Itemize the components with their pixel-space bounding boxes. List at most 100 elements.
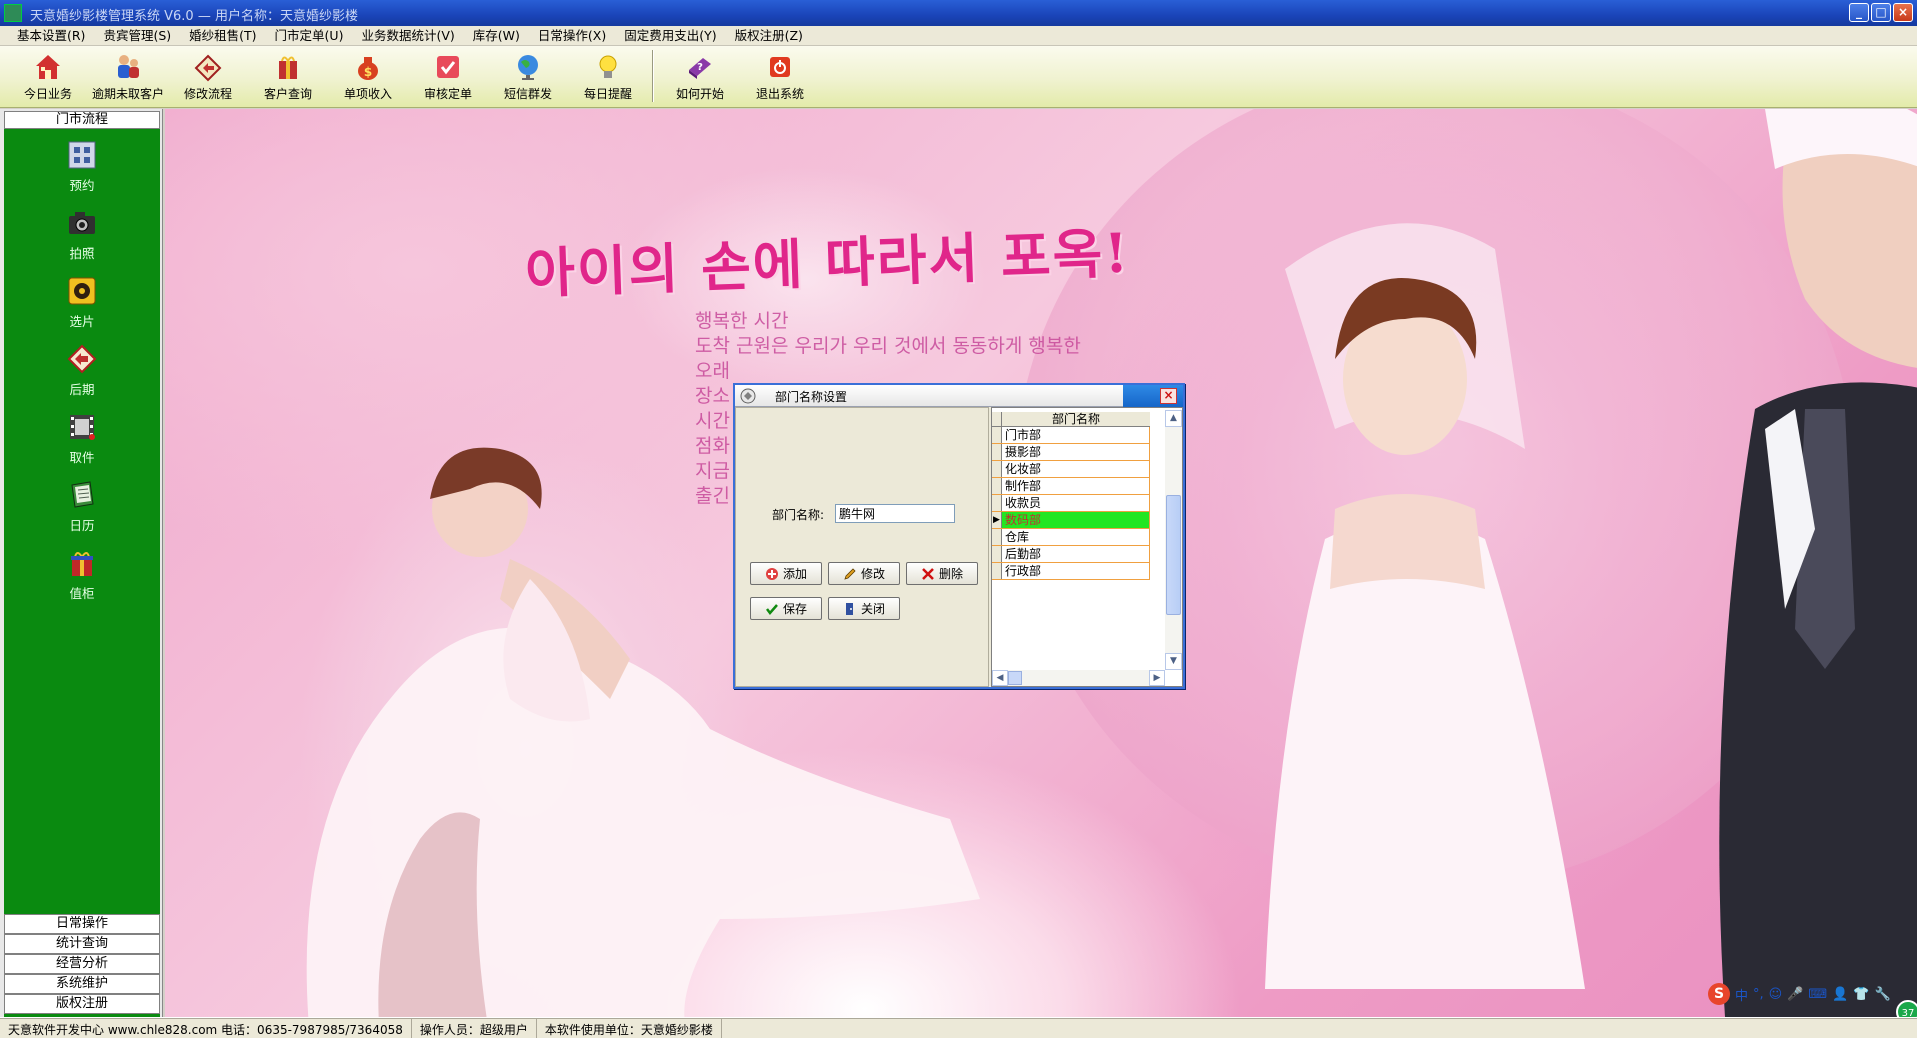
dialog-close-button[interactable]: × [1160, 388, 1177, 404]
house-icon [36, 55, 60, 79]
pencil-icon [844, 567, 856, 580]
sidebar-item-counter[interactable]: 值柜 [4, 547, 160, 602]
user-icon[interactable]: 👤 [1832, 987, 1848, 1002]
dialog-title: 部门名称设置 [775, 390, 848, 404]
table-cell[interactable]: 仓库 [1002, 529, 1150, 545]
maximize-button[interactable]: □ [1871, 3, 1891, 22]
table-cell[interactable]: 门市部 [1002, 427, 1150, 443]
toolbar-today-business-button[interactable]: 今日业务 [8, 46, 88, 107]
table-row[interactable]: 仓库 [992, 529, 1150, 546]
ime-mode[interactable]: 中 [1735, 985, 1748, 1004]
menu-statistics[interactable]: 业务数据统计(V) [352, 26, 463, 45]
ime-toolbar[interactable]: S 中 °, ☺ 🎤 ⌨ 👤 👕 🔧 [1708, 983, 1891, 1005]
menu-vip[interactable]: 贵宾管理(S) [94, 26, 180, 45]
power-icon [770, 57, 790, 77]
sidebar-item-calendar[interactable]: 日历 [4, 479, 160, 534]
sidebar-group-system-maintenance[interactable]: 系统维护 [4, 974, 160, 994]
customer-search-icon [279, 56, 297, 79]
department-name-input[interactable] [835, 504, 955, 523]
sidebar-header[interactable]: 门市流程 [4, 111, 160, 129]
sidebar-item-label: 值柜 [69, 586, 95, 601]
skin-shirt-icon[interactable]: 👕 [1853, 987, 1869, 1002]
grid-header: 部门名称 [992, 411, 1150, 427]
menu-inventory[interactable]: 库存(W) [464, 26, 529, 45]
emoji-icon[interactable]: ☺ [1769, 987, 1783, 1002]
scroll-thumb[interactable] [1008, 671, 1022, 685]
sidebar-item-photo[interactable]: 拍照 [4, 207, 160, 262]
toolbar-daily-reminder-button[interactable]: 每日提醒 [568, 46, 648, 107]
menu-bar: 基本设置(R) 贵宾管理(S) 婚纱租售(T) 门市定单(U) 业务数据统计(V… [0, 26, 1917, 46]
ime-logo-icon[interactable]: S [1708, 983, 1730, 1005]
scroll-up-arrow-icon[interactable]: ▲ [1165, 410, 1182, 427]
scroll-thumb[interactable] [1166, 495, 1181, 615]
table-row[interactable]: 制作部 [992, 478, 1150, 495]
table-row-selected[interactable]: ▶ 数码部 [992, 512, 1150, 529]
toolbar-customer-search-button[interactable]: 客户查询 [248, 46, 328, 107]
sidebar-group-daily-ops[interactable]: 日常操作 [4, 914, 160, 934]
globe-icon [518, 55, 538, 80]
close-dialog-button[interactable]: 关闭 [828, 597, 900, 620]
table-row[interactable]: 后勤部 [992, 546, 1150, 563]
toolbar-modify-flow-button[interactable]: 修改流程 [168, 46, 248, 107]
minimize-button[interactable]: _ [1849, 3, 1869, 22]
toolbar-how-to-start-button[interactable]: ? 如何开始 [660, 46, 740, 107]
settings-wrench-icon[interactable]: 🔧 [1875, 987, 1891, 1002]
menu-basic-settings[interactable]: 基本设置(R) [8, 26, 94, 45]
scroll-left-arrow-icon[interactable]: ◀ [992, 670, 1008, 686]
row-indicator [992, 546, 1002, 562]
table-cell[interactable]: 收款员 [1002, 495, 1150, 511]
bride-right-image [1265, 223, 1585, 989]
sidebar-item-post-production[interactable]: 后期 [4, 343, 160, 398]
delete-x-icon [922, 567, 934, 580]
table-row[interactable]: 收款员 [992, 495, 1150, 512]
modify-button-label: 修改 [860, 567, 885, 581]
toolbar-overdue-customers-button[interactable]: 逾期未取客户 [88, 46, 168, 107]
department-grid[interactable]: 部门名称 门市部 摄影部 化妆部 制作部 收款员 ▶ 数码部 仓库 后勤部 行政部… [991, 407, 1183, 687]
close-button[interactable]: × [1893, 3, 1913, 22]
table-row[interactable]: 门市部 [992, 427, 1150, 444]
menu-daily-ops[interactable]: 日常操作(X) [529, 26, 615, 45]
menu-store-orders[interactable]: 门市定单(U) [266, 26, 353, 45]
toolbar-sms-broadcast-button[interactable]: 短信群发 [488, 46, 568, 107]
vertical-scrollbar[interactable]: ▲ ▼ [1165, 410, 1182, 670]
table-cell[interactable]: 行政部 [1002, 563, 1150, 579]
save-button[interactable]: 保存 [750, 597, 822, 620]
sidebar-item-pickup[interactable]: 取件 [4, 411, 160, 466]
toolbar-label: 退出系统 [755, 87, 804, 101]
delete-button[interactable]: 删除 [906, 562, 978, 585]
menu-registration[interactable]: 版权注册(Z) [726, 26, 812, 45]
dialog-title-bar[interactable]: 部门名称设置 × [735, 385, 1183, 407]
modify-button[interactable]: 修改 [828, 562, 900, 585]
scroll-down-arrow-icon[interactable]: ▼ [1165, 653, 1182, 670]
menu-dress-rental[interactable]: 婚纱租售(T) [180, 26, 265, 45]
row-indicator [992, 427, 1002, 443]
toolbar-single-income-button[interactable]: $ 单项收入 [328, 46, 408, 107]
door-exit-icon [845, 602, 853, 615]
table-cell[interactable]: 后勤部 [1002, 546, 1150, 562]
menu-fixed-costs[interactable]: 固定费用支出(Y) [615, 26, 725, 45]
microphone-icon[interactable]: 🎤 [1787, 987, 1803, 1002]
table-cell[interactable]: 制作部 [1002, 478, 1150, 494]
toolbar-separator [652, 50, 654, 102]
grid-column-header[interactable]: 部门名称 [1002, 412, 1150, 427]
table-cell[interactable]: 化妆部 [1002, 461, 1150, 477]
horizontal-scrollbar[interactable]: ◀ ▶ [992, 670, 1165, 686]
toolbar-exit-button[interactable]: 退出系统 [740, 46, 820, 107]
sidebar-group-stats-query[interactable]: 统计查询 [4, 934, 160, 954]
table-row[interactable]: 摄影部 [992, 444, 1150, 461]
window-title-bar[interactable]: 天意婚纱影楼管理系统 V6.0 — 用户名称：天意婚纱影楼 _ □ × [0, 0, 1917, 26]
sidebar-group-business-analysis[interactable]: 经营分析 [4, 954, 160, 974]
sidebar-item-booking[interactable]: 预约 [4, 139, 160, 194]
sidebar-group-registration[interactable]: 版权注册 [4, 994, 160, 1014]
table-cell[interactable]: 摄影部 [1002, 444, 1150, 460]
scroll-right-arrow-icon[interactable]: ▶ [1149, 670, 1165, 686]
punctuation-icon[interactable]: °, [1753, 987, 1764, 1002]
add-button[interactable]: 添加 [750, 562, 822, 585]
toolbar-audit-order-button[interactable]: 审核定单 [408, 46, 488, 107]
table-row[interactable]: 行政部 [992, 563, 1150, 580]
sidebar-item-select-photos[interactable]: 选片 [4, 275, 160, 330]
table-cell[interactable]: 数码部 [1002, 512, 1150, 528]
keyboard-icon[interactable]: ⌨ [1808, 987, 1827, 1002]
add-button-label: 添加 [782, 567, 807, 581]
table-row[interactable]: 化妆部 [992, 461, 1150, 478]
